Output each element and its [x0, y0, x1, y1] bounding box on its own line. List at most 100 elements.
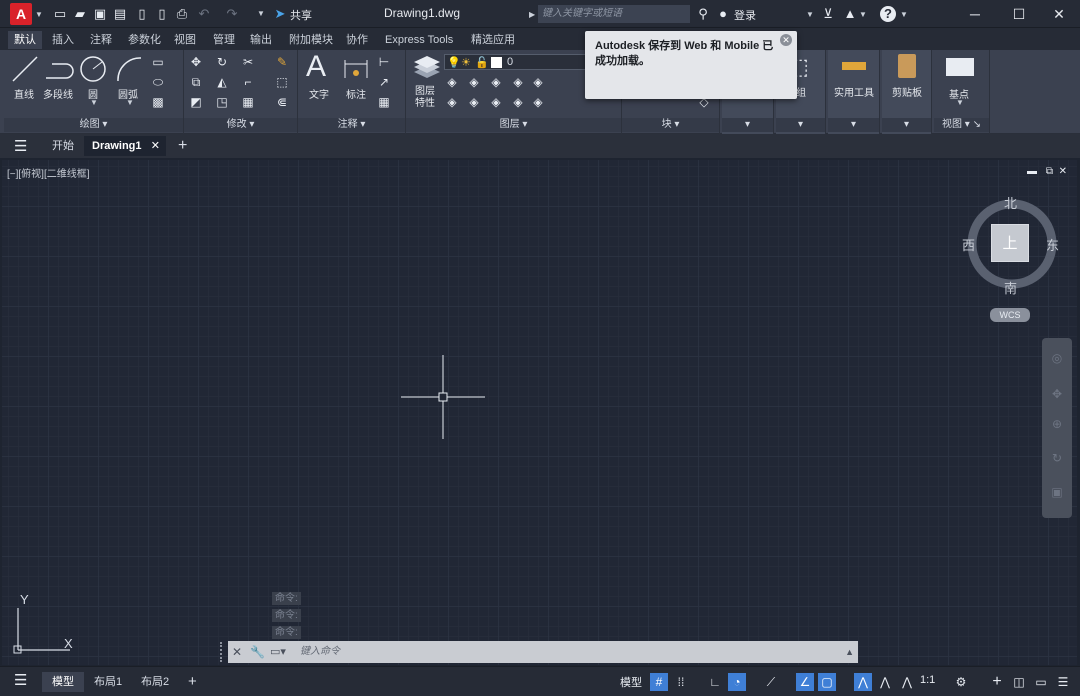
cart-icon[interactable]: ⊻ — [820, 6, 836, 22]
minimize-button[interactable]: ─ — [960, 4, 990, 24]
zoom-extents-icon[interactable]: ⊕ — [1049, 416, 1065, 432]
viewport-restore-icon[interactable]: ⧉ — [1046, 166, 1053, 177]
add-layout-button[interactable]: + — [178, 672, 207, 692]
leader-icon[interactable]: ↗ — [376, 74, 392, 90]
open-from-web-icon[interactable]: ▯ — [134, 6, 150, 22]
text-label[interactable]: 文字 — [306, 86, 332, 101]
compass-south[interactable]: 南 — [1004, 278, 1017, 297]
polyline-label[interactable]: 多段线 — [40, 86, 76, 101]
line-icon[interactable] — [10, 54, 40, 84]
trim-icon[interactable]: ✂ — [240, 54, 256, 70]
new-tab-button[interactable]: + — [170, 136, 195, 156]
tab-layout1[interactable]: 布局1 — [84, 672, 132, 692]
command-line-grip[interactable] — [220, 642, 228, 662]
undo-icon[interactable]: ↶ — [196, 6, 212, 22]
move-icon[interactable]: ✥ — [188, 54, 204, 70]
tab-annotate[interactable]: 注释 — [84, 31, 118, 49]
polar-icon[interactable]: ◔ — [728, 673, 746, 691]
maximize-button[interactable]: ☐ — [1004, 4, 1034, 24]
utilities-expand[interactable]: ▾ — [828, 118, 879, 132]
isodraft-icon[interactable]: ⟋ — [762, 673, 780, 691]
basepoint-icon[interactable] — [946, 58, 974, 76]
layer-lock-icon[interactable]: ◈ — [510, 74, 526, 90]
user-icon[interactable]: ● — [715, 6, 731, 22]
compass-west[interactable]: 西 — [962, 235, 975, 254]
tab-start[interactable]: 开始 — [44, 136, 82, 156]
app-menu-dropdown-icon[interactable]: ▼ — [35, 10, 43, 19]
new-file-icon[interactable]: ▭ — [52, 6, 68, 22]
viewport-minimize-icon[interactable]: ▬ — [1027, 166, 1037, 177]
layer-match-icon[interactable]: ◈ — [530, 74, 546, 90]
help-dropdown-icon[interactable]: ▼ — [900, 10, 908, 19]
layer-freeze-icon[interactable]: ◈ — [488, 74, 504, 90]
pan-icon[interactable]: ✥ — [1049, 386, 1065, 402]
block-panel-title[interactable]: 块 ▾ — [622, 118, 719, 132]
tab-home[interactable]: 默认 — [8, 31, 42, 49]
layer-properties-icon[interactable] — [412, 54, 442, 84]
explode-icon[interactable]: ⬚ — [274, 74, 290, 90]
fillet-icon[interactable]: ⌐ — [240, 74, 256, 90]
redo-icon[interactable]: ↷ — [224, 6, 240, 22]
tab-insert[interactable]: 插入 — [46, 31, 80, 49]
share-icon[interactable]: ➤ — [272, 6, 288, 22]
object-snap-tracking-icon[interactable]: ∠ — [796, 673, 814, 691]
command-input[interactable]: 键入命令 — [300, 641, 340, 663]
basepoint-dropdown-icon[interactable]: ▼ — [956, 98, 964, 107]
layout-menu-icon[interactable]: ☰ — [14, 671, 27, 689]
viewcube-top-face[interactable]: 上 — [991, 224, 1029, 262]
layer-unlock-icon[interactable]: ◈ — [510, 94, 526, 110]
showmotion-icon[interactable]: ▣ — [1049, 484, 1065, 500]
layers-panel-title[interactable]: 图层 ▾ — [406, 118, 621, 132]
clean-screen-icon[interactable]: ▭ — [1032, 673, 1050, 691]
stretch-icon[interactable]: ◩ — [188, 94, 204, 110]
layer-make-current-icon[interactable]: ◈ — [444, 94, 460, 110]
apps-dropdown-icon[interactable]: ▼ — [859, 10, 867, 19]
status-menu-icon[interactable]: ☰ — [1054, 673, 1072, 691]
annotation-visibility-icon[interactable]: ⋀ — [854, 673, 872, 691]
autodesk-app-icon[interactable]: ▲ — [842, 6, 858, 22]
line-label[interactable]: 直线 — [10, 86, 38, 101]
app-logo-button[interactable]: A — [10, 3, 32, 25]
tab-layout2[interactable]: 布局2 — [131, 672, 179, 692]
tab-collaborate[interactable]: 协作 — [340, 31, 374, 49]
mirror-icon[interactable]: ◭ — [214, 74, 230, 90]
annotation-scale-value[interactable]: 1:1 — [920, 674, 935, 686]
array-icon[interactable]: ▦ — [240, 94, 256, 110]
auto-scale-icon[interactable]: ⋀ — [876, 673, 894, 691]
command-close-icon[interactable]: ✕ — [232, 641, 242, 663]
ortho-icon[interactable]: ∟ — [706, 673, 724, 691]
search-input[interactable]: 键入关键字或短语 — [538, 5, 690, 23]
tab-output[interactable]: 输出 — [244, 31, 278, 49]
hatch-icon[interactable]: ▩ — [150, 94, 166, 110]
command-customize-icon[interactable]: 🔧 — [250, 641, 265, 663]
erase-icon[interactable]: ✎ — [274, 54, 290, 70]
ellipse-icon[interactable]: ⬭ — [150, 74, 166, 90]
tab-express-tools[interactable]: Express Tools — [379, 31, 459, 49]
offset-icon[interactable]: ⋐ — [274, 94, 290, 110]
recent-commands-icon[interactable]: ▭▾ — [270, 641, 286, 663]
user-dropdown-icon[interactable]: ▼ — [806, 10, 814, 19]
copy-icon[interactable]: ⧉ — [188, 74, 204, 90]
annotation-panel-title[interactable]: 注释 ▾ — [298, 118, 405, 132]
layer-properties-label[interactable]: 图层 特性 — [412, 86, 438, 110]
customize-quick-access-icon[interactable]: ▼ — [257, 9, 265, 18]
orbit-icon[interactable]: ↻ — [1049, 450, 1065, 466]
table-icon[interactable]: ▦ — [376, 94, 392, 110]
linear-dim-icon[interactable]: ⊢ — [376, 54, 392, 70]
groups-expand[interactable]: ▾ — [776, 118, 825, 132]
arc-dropdown-icon[interactable]: ▼ — [126, 98, 134, 107]
steering-wheel-icon[interactable]: ◎ — [1049, 350, 1065, 366]
modify-panel-title[interactable]: 修改 ▾ — [184, 118, 297, 132]
search-icon[interactable]: ⚲ — [695, 6, 711, 22]
compass-north[interactable]: 北 — [1004, 193, 1017, 212]
tab-drawing1[interactable]: Drawing1 ✕ — [84, 136, 166, 156]
share-label[interactable]: 共享 — [290, 7, 312, 23]
viewport-close-icon[interactable]: ✕ — [1059, 166, 1067, 177]
model-space-toggle[interactable]: 模型 — [620, 674, 642, 690]
circle-dropdown-icon[interactable]: ▼ — [90, 98, 98, 107]
layer-copy-icon[interactable]: ◈ — [530, 94, 546, 110]
layer-unisolate-icon[interactable]: ◈ — [466, 94, 482, 110]
view-panel-title[interactable]: 视图 ▾ ↘ — [934, 118, 989, 132]
dimension-label[interactable]: 标注 — [342, 86, 370, 101]
file-tabs-menu-icon[interactable]: ☰ — [14, 137, 27, 155]
